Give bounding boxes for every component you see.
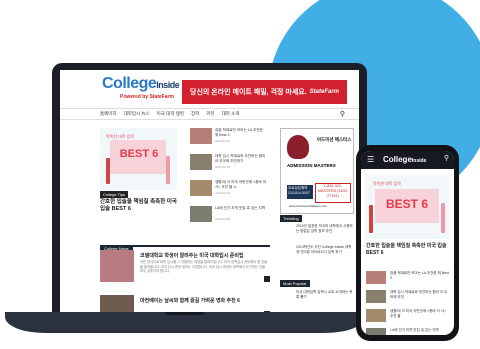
list-item[interactable]: 집중 적재료만 모아는 LA 추천한 뭐 Best 3: [366, 271, 450, 287]
lip-product-image: [106, 158, 110, 184]
ad-url: www.AdmissionMasters.com: [289, 204, 328, 208]
phone-logo-text: College: [383, 155, 412, 164]
news-thumbnail: [100, 250, 134, 282]
banner-text: 당신의 온라인 메이트 패밀, 걱정 마세요.: [190, 89, 307, 96]
shield-logo-icon: [287, 135, 309, 159]
phone-article-list: 집중 적재료만 모아는 LA 추천한 뭐 Best 3 대학 입시 적재료와 추…: [366, 271, 450, 335]
nav-item-home[interactable]: 홈페이지: [100, 111, 117, 117]
article-thumbnail: [366, 271, 386, 284]
list-item[interactable]: 대학 입시 적재료와 추천하는 합리 아 무엇에 추천하기 2022.02.09: [190, 154, 270, 176]
laptop-base: [5, 312, 365, 333]
hero-small-label: 똑똑한 대학 입학: [373, 181, 401, 186]
search-icon[interactable]: ⚲: [444, 154, 449, 162]
list-item[interactable]: 생활/대 크 미국 어떤곳에 <충바 어 사> 추천 블 노 2022.02.09: [190, 180, 270, 202]
nav-item-college[interactable]: 대학 소개: [222, 111, 240, 117]
nav-item-scholarship[interactable]: 장학: [191, 111, 199, 117]
category-badge[interactable]: College Tips: [100, 191, 129, 198]
ad-phone-box: 1-833-321-MASTERS (1833-27781): [315, 183, 351, 203]
featured-image[interactable]: 똑똑한 대학 입학 BEST 6: [100, 128, 177, 190]
news-excerpt: 어떤 방식으로 대학 입시를 그 지원하는 과정을 알려드립니다. 미국 대학입…: [140, 260, 268, 274]
article-title: 대학 입시 적재료와 추천하는 합리 아 무엇에 추천: [390, 290, 448, 299]
phone-logo[interactable]: CollegeInside: [383, 155, 426, 164]
logo-tagline: Powered by StateFarm: [120, 94, 174, 100]
ad-consult-box: 무료상담예약 213-814-5007: [287, 185, 313, 199]
nav-item-news[interactable]: 대학입시 뉴스: [124, 111, 150, 117]
phone-article-title[interactable]: 간호한 입술을 책임질 촉촉한 미국 입술 BEST 6: [366, 243, 450, 256]
lip-product-image: [166, 156, 170, 184]
featured-title[interactable]: 간호한 입술을 책임질 촉촉한 미국 입술 BEST 6: [100, 199, 180, 213]
article-title: 생활/대 크 미국 어떤곳에 <충바 어 사> 추천 블: [390, 309, 446, 318]
article-title: 대학 입시 적재료와 추천하는 합리 아 무엇에 추천하기: [215, 154, 266, 163]
laptop-notch: [165, 312, 205, 315]
trending-item[interactable]: 2019년 발표한 미국의 대학에서 사용하는 방법은 입학 정보 추천: [296, 224, 354, 233]
nav-item-community[interactable]: 커뮤: [206, 111, 214, 117]
menu-icon[interactable]: ☰: [367, 155, 374, 164]
article-thumbnail: [366, 328, 386, 335]
article-thumbnail: [190, 180, 212, 196]
laptop-screen: CollegeInside Powered by StateFarm 당신의 온…: [60, 70, 359, 319]
site-header: CollegeInside Powered by StateFarm 당신의 온…: [60, 70, 359, 104]
search-icon[interactable]: ⚲: [340, 110, 345, 118]
hero-big-text: BEST 6: [385, 197, 428, 211]
news-row[interactable]: 코넬대학교 학생이 알려주는 미국 대학입시 준비팁 어떤 방식으로 대학 입시…: [100, 250, 272, 286]
list-item[interactable]: 생활/대 크 미국 어떤곳에 <충바 어 사> 추천 블: [366, 309, 450, 325]
ad-name: ADMISSION MASTERS: [287, 163, 336, 168]
featured-small-label: 똑똑한 대학 입학: [106, 134, 134, 139]
side-article-list: 집중 적재료만 모아는 LA 추천한 뭐 Best 3 2022.02.10 대학…: [190, 128, 270, 232]
news-title: 코넬대학교 학생이 알려주는 미국 대학입시 준비팁: [140, 253, 244, 259]
site-logo[interactable]: CollegeInside: [102, 75, 180, 93]
main-nav: 홈페이지 대학입시 뉴스 미국 대학 랭킹 장학 커뮤 대학 소개 ⚲: [60, 108, 359, 120]
list-item[interactable]: 대학 입시 적재료와 추천하는 합리 아 무엇에 추천: [366, 290, 450, 306]
admission-masters-ad[interactable]: 아드미션 매스터스 ADMISSION MASTERS 무료상담예약 213-8…: [280, 128, 354, 214]
article-date: 2022.02.08: [215, 217, 231, 221]
news-title: 마컨베이는 날씨와 함께 즐길 가벼운 영화 추천 6: [140, 298, 240, 304]
article-title: 집중 적재료만 모아는 LA 추천한 뭐 Best 3: [215, 128, 263, 137]
article-thumbnail: [190, 128, 212, 144]
list-item[interactable]: LA에 인기 지역 맛집 촉 있는 지역 2022.02.08: [190, 206, 270, 228]
phone-screen: ☰ CollegeInside ⚲ 똑똑한 대학 입학 BEST 6 간호한 입…: [361, 151, 454, 335]
list-item[interactable]: 집중 적재료만 모아는 LA 추천한 뭐 Best 3 2022.02.10: [190, 128, 270, 150]
article-thumbnail: [366, 309, 386, 322]
college-news-heading: College News: [100, 237, 270, 252]
arrow-icon[interactable]: [264, 276, 270, 282]
featured-big-text: BEST 6: [119, 148, 159, 160]
statefarm-banner-ad[interactable]: 당신의 온라인 메이트 패밀, 걱정 마세요. StateFarm: [182, 80, 347, 104]
popular-item[interactable]: 미국 대학입학 입학시 교로 소개하는 목록 뽑기: [296, 290, 354, 299]
logo-text: College: [102, 75, 157, 92]
trending-heading: Trending: [280, 215, 302, 222]
ad-korean-title: 아드미션 매스터스: [317, 137, 352, 142]
article-title: LA에 인기 지역 맛집 촉 있는 지역: [215, 206, 266, 210]
phone-hero-image[interactable]: 똑똑한 대학 입학 BEST 6: [365, 175, 450, 239]
article-thumbnail: [190, 206, 212, 222]
article-title: 집중 적재료만 모아는 LA 추천한 뭐 Best 3: [390, 271, 449, 280]
lip-product-image: [369, 205, 373, 233]
laptop-frame: CollegeInside Powered by StateFarm 당신의 온…: [52, 63, 367, 319]
phone-frame: ☰ CollegeInside ⚲ 똑똑한 대학 입학 BEST 6 간호한 입…: [356, 145, 459, 341]
nav-item-ranking[interactable]: 미국 대학 랭킹: [157, 111, 184, 117]
most-popular-heading: Most Popular: [280, 280, 310, 287]
article-title: LA에 인기 지역 맛집 촉 있는 지역: [390, 328, 439, 332]
article-thumbnail: [366, 290, 386, 303]
article-date: 2022.02.09: [215, 165, 231, 169]
lip-product-image: [441, 203, 445, 233]
list-item[interactable]: LA에 인기 지역 맛집 촉 있는 지역: [366, 328, 450, 335]
article-date: 2022.02.09: [215, 191, 231, 195]
phone-header: ☰ CollegeInside ⚲: [361, 151, 454, 169]
trending-item[interactable]: 2019학년도 추천 College Inside 대학생 인터뷰 아이비리그 …: [296, 245, 354, 254]
banner-brand: StateFarm: [309, 89, 339, 95]
article-thumbnail: [190, 154, 212, 170]
phone-logo-subtext: Inside: [411, 158, 427, 164]
logo-subtext: Inside: [156, 80, 180, 90]
article-title: 생활/대 크 미국 어떤곳에 <충바 어 사> 추천 블 노: [215, 180, 267, 189]
article-date: 2022.02.10: [215, 139, 231, 143]
